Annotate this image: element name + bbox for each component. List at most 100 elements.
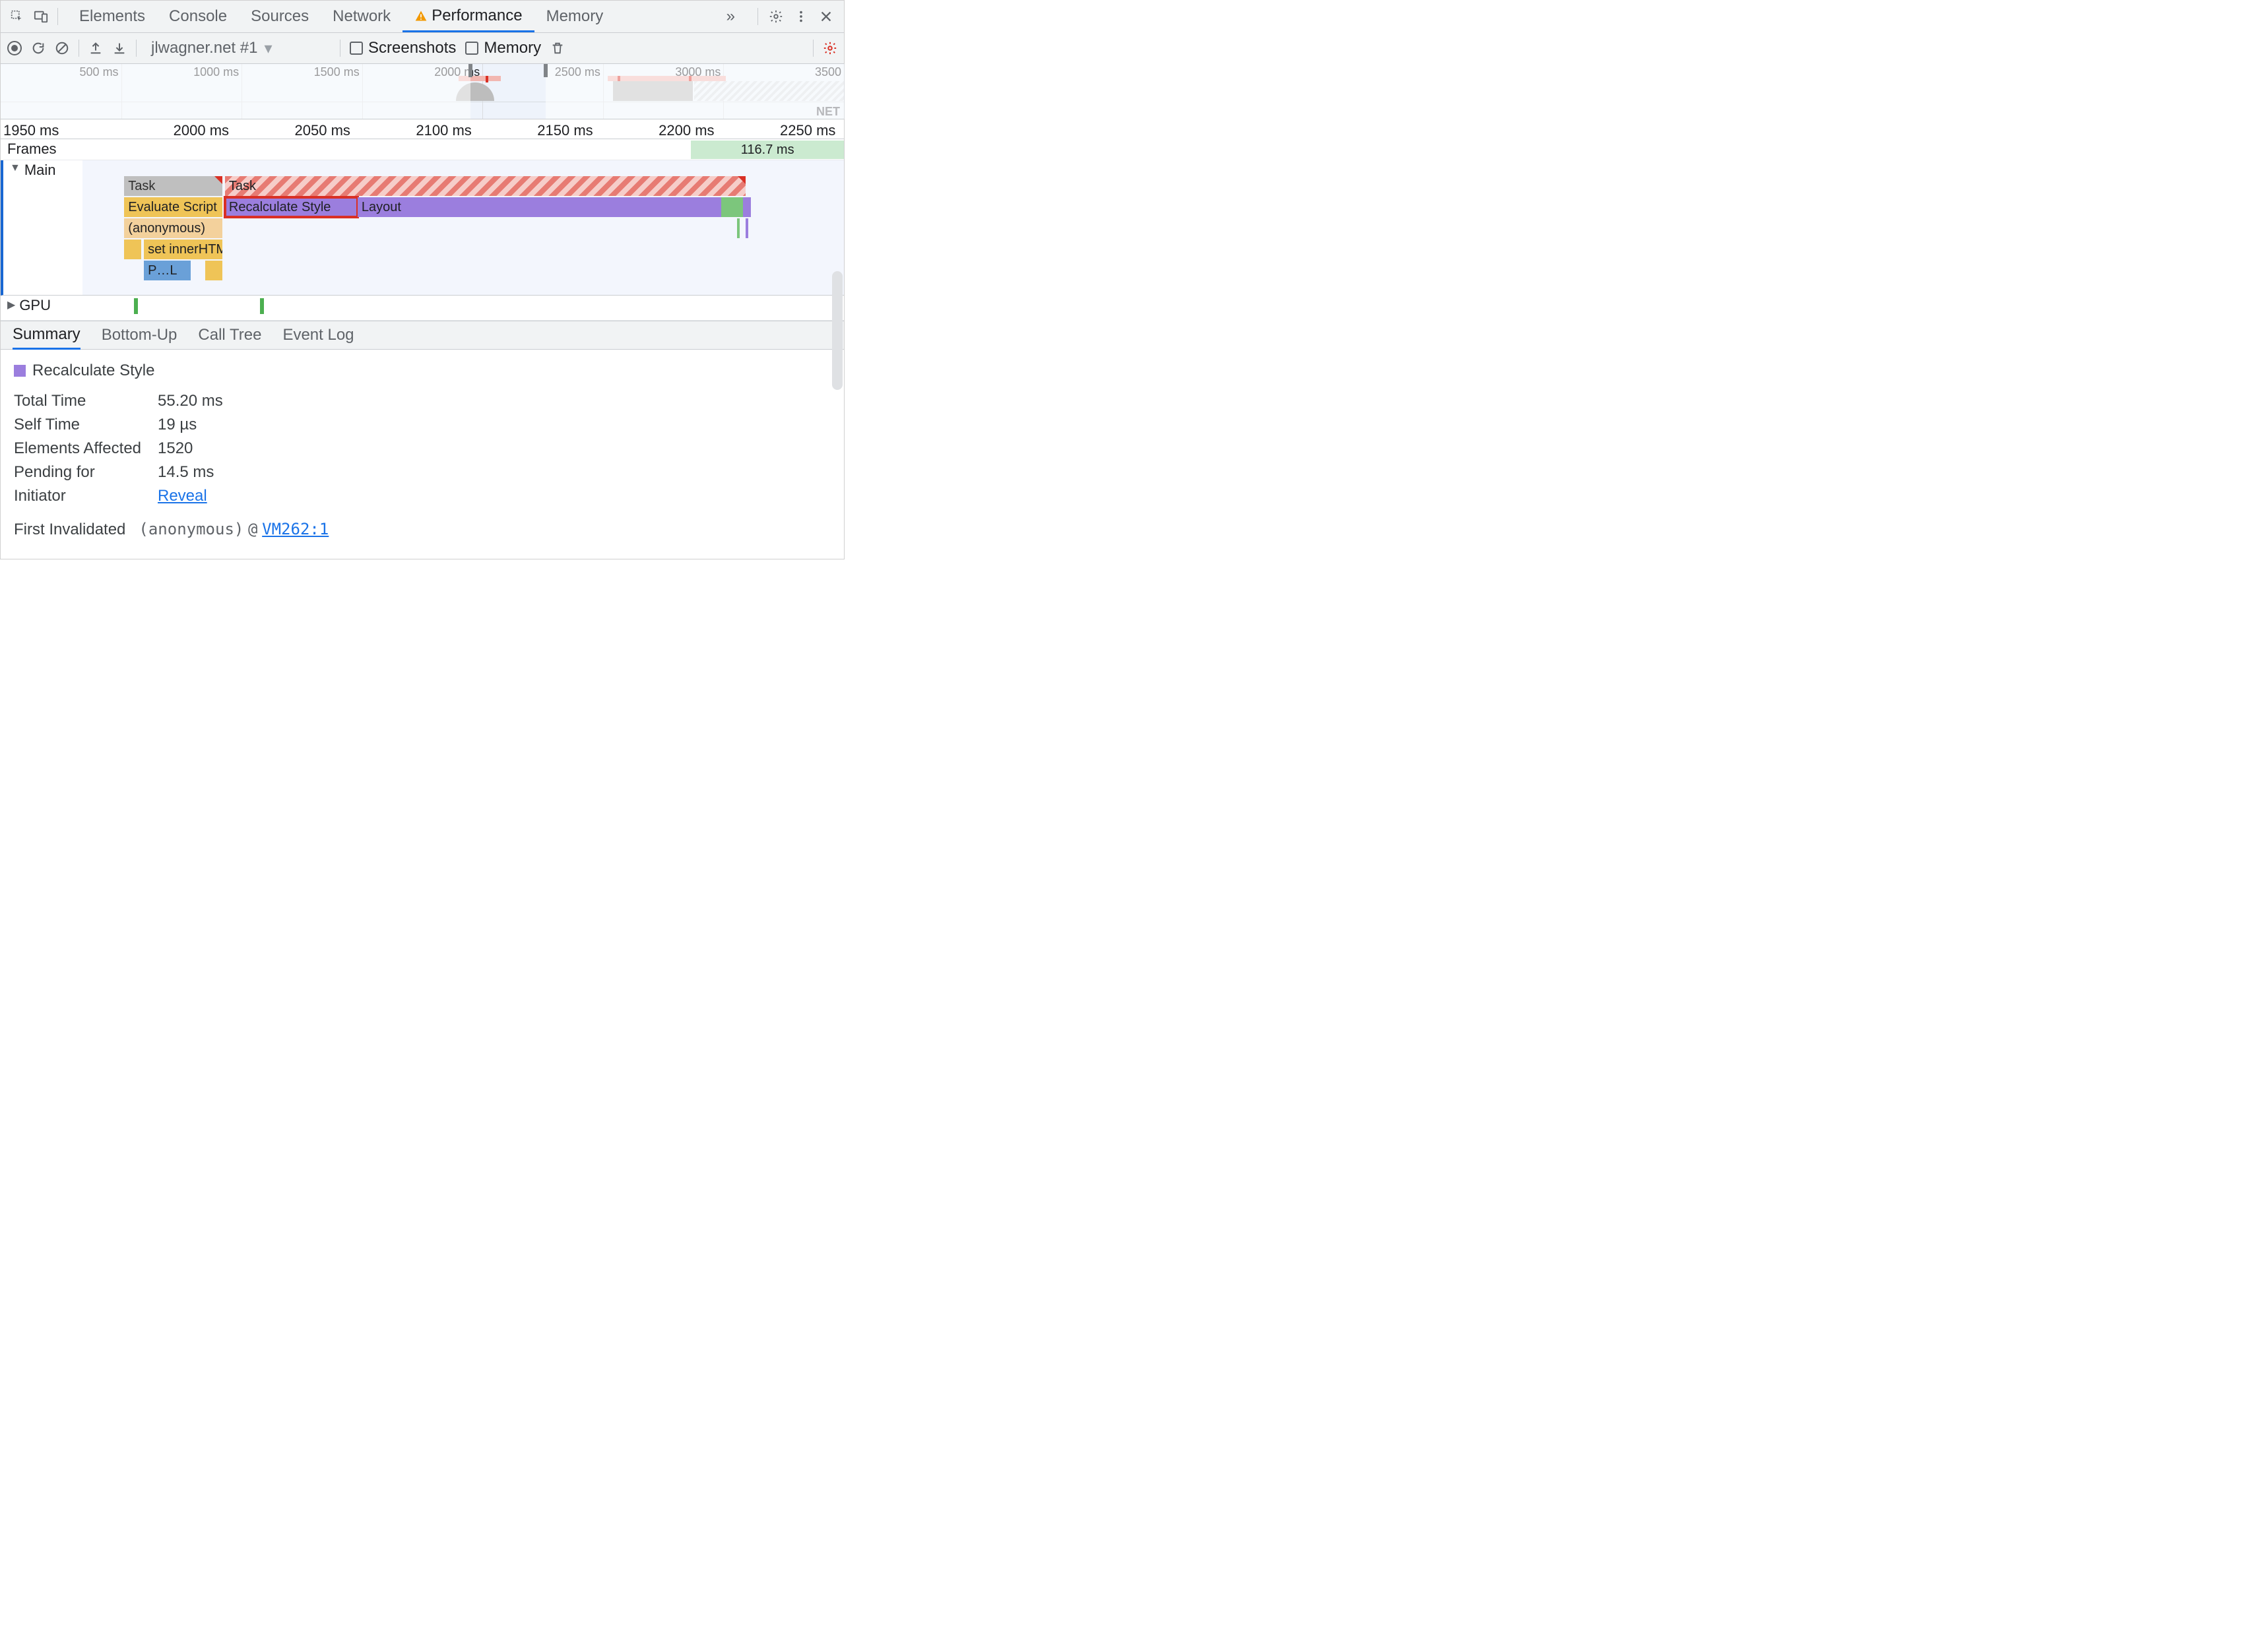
memory-checkbox[interactable]: Memory: [465, 39, 541, 57]
capture-settings-gear-icon[interactable]: [823, 41, 837, 55]
tab-label: Elements: [79, 7, 145, 26]
ruler-tick: 2000 ms: [174, 122, 229, 139]
details-tab-call-tree[interactable]: Call Tree: [198, 322, 261, 348]
overview-unselected-left: [1, 64, 470, 119]
devtools-tabstrip: Elements Console Sources Network Performance…: [1, 1, 844, 33]
tab-performance[interactable]: Performance: [402, 1, 534, 32]
tab-label: Sources: [251, 7, 309, 26]
summary-key-total-time: Total Time: [14, 392, 146, 410]
ruler-tick: 2100 ms: [416, 122, 471, 139]
ruler-tick: 1950 ms: [3, 122, 59, 139]
flame-bar-p-l[interactable]: P…L: [144, 261, 191, 280]
load-profile-icon[interactable]: [88, 41, 103, 55]
summary-key-initiator: Initiator: [14, 487, 146, 505]
flame-bar[interactable]: [205, 261, 222, 280]
performance-toolbar: jlwagner.net #1 ▾ Screenshots Memory: [1, 33, 844, 64]
at-symbol: @: [248, 520, 257, 538]
profile-selector[interactable]: jlwagner.net #1 ▾: [146, 39, 331, 58]
summary-key-elements-affected: Elements Affected: [14, 439, 146, 458]
ruler-tick: 2150 ms: [537, 122, 593, 139]
kebab-menu-icon[interactable]: [794, 9, 808, 24]
timeline-ruler[interactable]: 1950 ms 2000 ms 2050 ms 2100 ms 2150 ms 2200 …: [1, 119, 844, 139]
long-task-notch-icon: [738, 176, 746, 184]
overview-handle-left[interactable]: [468, 64, 472, 77]
overview-gridline: [844, 64, 845, 119]
flame-bar-recalculate-style[interactable]: Recalculate Style: [225, 197, 358, 217]
memory-label: Memory: [484, 39, 541, 57]
first-invalidated-source-link[interactable]: VM262:1: [262, 520, 329, 538]
flame-bar-layout[interactable]: Layout: [358, 197, 721, 217]
ruler-tick: 2250 ms: [780, 122, 835, 139]
ruler-tick: 2200 ms: [659, 122, 714, 139]
overview-unselected-right: [546, 64, 844, 119]
gpu-tick[interactable]: [260, 298, 264, 314]
details-tab-summary[interactable]: Summary: [13, 321, 80, 350]
separator: [57, 8, 58, 25]
gpu-tick[interactable]: [134, 298, 138, 314]
details-tab-event-log[interactable]: Event Log: [282, 322, 354, 348]
settings-gear-icon[interactable]: [769, 9, 783, 24]
save-profile-icon[interactable]: [112, 41, 127, 55]
summary-value-self-time: 19 µs: [158, 416, 197, 434]
reload-icon[interactable]: [31, 41, 46, 55]
frames-lane: Frames 116.7 ms: [1, 139, 844, 160]
overview-long-task-marker: [486, 76, 488, 82]
device-toolbar-icon[interactable]: [34, 9, 48, 24]
flame-sliver[interactable]: [746, 218, 748, 238]
separator: [813, 40, 814, 57]
flame-bar-task[interactable]: Task: [124, 176, 222, 196]
disclosure-triangle-icon[interactable]: ▼: [10, 162, 20, 174]
separator: [757, 8, 758, 25]
screenshots-checkbox[interactable]: Screenshots: [350, 39, 456, 57]
separator: [136, 40, 137, 57]
flame-sliver[interactable]: [737, 218, 740, 238]
flame-bar-set-innerhtml[interactable]: set innerHTML: [144, 239, 222, 259]
summary-value-pending-for: 14.5 ms: [158, 463, 214, 482]
main-lane: ▼ Main TaskTaskEvaluate ScriptRecalculat…: [1, 160, 844, 296]
gpu-lane: ▶ GPU: [1, 296, 844, 321]
details-tabstrip: Summary Bottom-Up Call Tree Event Log: [1, 321, 844, 350]
record-button-icon[interactable]: [7, 41, 22, 55]
tab-network[interactable]: Network: [321, 1, 402, 32]
tab-console[interactable]: Console: [157, 1, 239, 32]
details-tab-bottom-up[interactable]: Bottom-Up: [102, 322, 177, 348]
overview-handle-right[interactable]: [544, 64, 548, 77]
frame-chip[interactable]: 116.7 ms: [691, 141, 844, 159]
event-color-swatch: [14, 365, 26, 377]
long-task-notch-icon: [214, 176, 222, 184]
flame-bar-evaluate-script[interactable]: Evaluate Script: [124, 197, 222, 217]
vertical-scrollbar[interactable]: [832, 271, 843, 390]
flame-bar-anonymous[interactable]: (anonymous): [124, 218, 222, 238]
summary-title: Recalculate Style: [32, 362, 154, 380]
disclosure-triangle-icon[interactable]: ▶: [7, 298, 15, 311]
gpu-lane-label: GPU: [19, 297, 51, 314]
checkbox-box-icon: [350, 42, 363, 55]
clear-icon[interactable]: [55, 41, 69, 55]
inspect-element-icon[interactable]: [10, 9, 24, 24]
tab-memory[interactable]: Memory: [534, 1, 616, 32]
ruler-tick: 2050 ms: [295, 122, 350, 139]
first-invalidated-label: First Invalidated: [14, 521, 125, 539]
flame-bar-task[interactable]: Task: [225, 176, 746, 196]
garbage-collect-icon[interactable]: [550, 41, 565, 55]
first-invalidated-fn: (anonymous): [139, 520, 243, 538]
tab-sources[interactable]: Sources: [239, 1, 321, 32]
flame-bar[interactable]: [743, 197, 751, 217]
flame-bar[interactable]: [124, 239, 141, 259]
tab-label: Console: [169, 7, 227, 26]
summary-value-initiator-link[interactable]: Reveal: [158, 487, 207, 505]
summary-panel: Recalculate Style Total Time55.20 msSelf…: [1, 350, 844, 559]
tabs-overflow[interactable]: »: [715, 7, 747, 26]
timeline-lanes: Frames 116.7 ms ▼ Main TaskTaskEvaluate …: [1, 139, 844, 321]
timeline-overview[interactable]: 500 ms1000 ms1500 ms2000 ms2500 ms3000 m…: [1, 64, 844, 119]
tab-label: Network: [333, 7, 391, 26]
close-devtools-icon[interactable]: [819, 9, 833, 24]
frames-lane-label: Frames: [7, 141, 57, 158]
summary-key-self-time: Self Time: [14, 416, 146, 434]
flame-bar[interactable]: [721, 197, 736, 217]
checkbox-box-icon: [465, 42, 478, 55]
tab-elements[interactable]: Elements: [67, 1, 157, 32]
caret-down-icon: ▾: [264, 39, 272, 58]
tab-label: Memory: [546, 7, 604, 26]
summary-key-pending-for: Pending for: [14, 463, 146, 482]
